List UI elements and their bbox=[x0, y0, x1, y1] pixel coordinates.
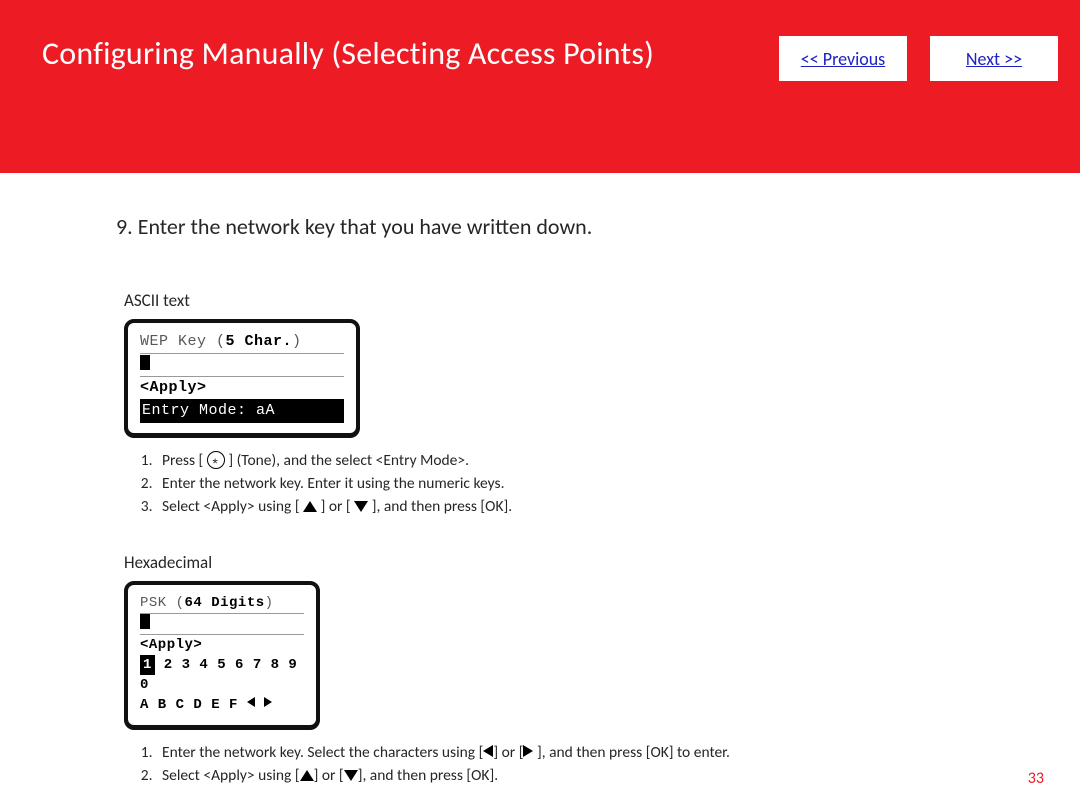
lcd-ascii-entrymode: Entry Mode: aA bbox=[140, 399, 344, 423]
lcd-text: 2 3 4 5 6 7 8 9 0 bbox=[140, 657, 297, 693]
lcd-hex-line1: PSK (64 Digits) bbox=[140, 593, 304, 614]
tone-icon bbox=[207, 451, 225, 469]
lcd-text: PSK ( bbox=[140, 595, 185, 611]
ascii-steps-list: Press [ ] (Tone), and the select <Entry … bbox=[156, 449, 1020, 518]
ascii-step-1: Press [ ] (Tone), and the select <Entry … bbox=[156, 449, 1020, 472]
lcd-ascii: WEP Key (5 Char.) <Apply> Entry Mode: aA bbox=[124, 319, 360, 437]
text: ], and then press [OK]. bbox=[358, 766, 498, 785]
header-bar: Configuring Manually (Selecting Access P… bbox=[0, 0, 1080, 173]
left-arrow-icon bbox=[483, 745, 493, 757]
text: Select <Apply> using [ bbox=[162, 497, 303, 516]
lcd-text: ) bbox=[265, 595, 274, 611]
content-area: 9. Enter the network key that you have w… bbox=[0, 173, 1080, 810]
page-root: Configuring Manually (Selecting Access P… bbox=[0, 0, 1080, 810]
down-arrow-icon bbox=[344, 770, 358, 781]
lcd-ascii-line1: WEP Key (5 Char.) bbox=[140, 331, 344, 354]
selected-char: 1 bbox=[140, 655, 155, 675]
page-title: Configuring Manually (Selecting Access P… bbox=[42, 34, 654, 73]
lcd-hilite-text: Entry Mode: aA bbox=[140, 399, 344, 423]
left-arrow-icon bbox=[247, 697, 255, 707]
page-number: 33 bbox=[1028, 769, 1044, 788]
lcd-hex-digits: 1 2 3 4 5 6 7 8 9 0 bbox=[140, 655, 304, 695]
previous-button[interactable]: << Previous bbox=[779, 36, 907, 81]
up-arrow-icon bbox=[303, 501, 317, 512]
lcd-text: WEP Key ( bbox=[140, 333, 226, 350]
lcd-hex: PSK (64 Digits) <Apply> 1 2 3 4 5 6 7 8 … bbox=[124, 581, 320, 729]
cursor-icon bbox=[140, 355, 150, 370]
lcd-hex-cursor bbox=[140, 614, 304, 635]
hex-step-1: Enter the network key. Select the charac… bbox=[156, 741, 1020, 764]
text: Enter the network key. Select the charac… bbox=[162, 743, 483, 762]
text: ] (Tone), and the select <Entry Mode>. bbox=[225, 451, 469, 470]
ascii-label: ASCII text bbox=[124, 290, 1020, 311]
lcd-text: 64 bbox=[185, 595, 203, 611]
step-heading: 9. Enter the network key that you have w… bbox=[116, 213, 1020, 240]
hex-steps-list: Enter the network key. Select the charac… bbox=[156, 741, 1020, 787]
lcd-text: Digits bbox=[202, 595, 264, 611]
lcd-hex-apply: <Apply> bbox=[140, 635, 304, 655]
lcd-ascii-apply: <Apply> bbox=[140, 377, 344, 399]
text: ], and then press [OK] to enter. bbox=[533, 743, 729, 762]
lcd-hex-letters: A B C D E F bbox=[140, 695, 304, 715]
right-arrow-icon bbox=[264, 697, 272, 707]
step-text: Enter the network key that you have writ… bbox=[138, 213, 593, 240]
text: ], and then press [OK]. bbox=[368, 497, 512, 516]
lcd-ascii-cursor bbox=[140, 354, 344, 377]
cursor-icon bbox=[140, 614, 150, 629]
lcd-text: ) bbox=[292, 333, 302, 350]
ascii-step-2: Enter the network key. Enter it using th… bbox=[156, 472, 1020, 495]
next-button[interactable]: Next >> bbox=[930, 36, 1058, 81]
hex-label: Hexadecimal bbox=[124, 552, 1020, 573]
down-arrow-icon bbox=[354, 501, 368, 512]
step-number: 9. bbox=[116, 213, 133, 240]
lcd-text: A B C D E F bbox=[140, 697, 247, 713]
right-arrow-icon bbox=[523, 745, 533, 757]
lcd-text: 5 bbox=[226, 333, 236, 350]
text: ] or [ bbox=[317, 497, 354, 516]
text: Press [ bbox=[162, 451, 207, 470]
text: Select <Apply> using [ bbox=[162, 766, 300, 785]
lcd-text: Char. bbox=[235, 333, 292, 350]
ascii-step-3: Select <Apply> using [ ] or [ ], and the… bbox=[156, 495, 1020, 518]
text: ] or [ bbox=[493, 743, 523, 762]
hex-step-2: Select <Apply> using [ ] or [ ], and then … bbox=[156, 764, 1020, 787]
text: ] or [ bbox=[314, 766, 344, 785]
up-arrow-icon bbox=[300, 770, 314, 781]
